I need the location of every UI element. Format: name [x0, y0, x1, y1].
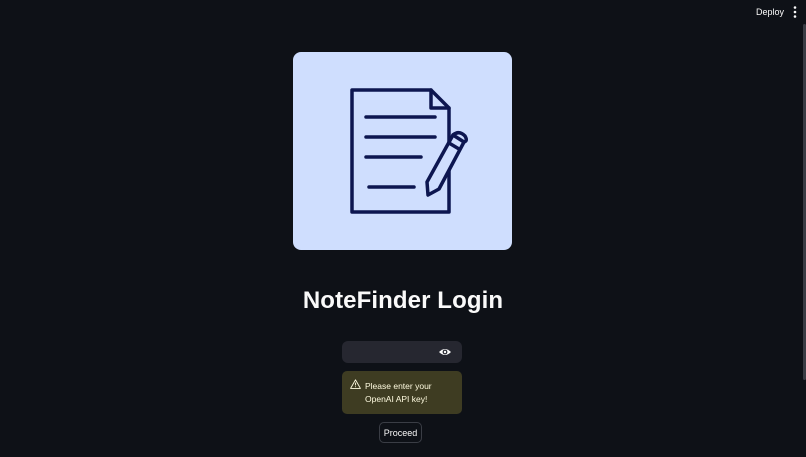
- api-key-field: [342, 341, 462, 363]
- api-key-input[interactable]: [342, 341, 432, 363]
- warning-text: Please enter your OpenAI API key!: [365, 381, 432, 404]
- page-title: NoteFinder Login: [302, 287, 504, 314]
- warning-triangle-icon: [350, 379, 361, 389]
- document-with-pencil-icon: [350, 88, 469, 214]
- eye-icon[interactable]: [438, 345, 452, 359]
- header: Deploy: [0, 0, 806, 24]
- deploy-button[interactable]: Deploy: [752, 5, 788, 19]
- app: Deploy NoteFinder Login Please enter you…: [0, 0, 806, 457]
- warning-alert: Please enter your OpenAI API key!: [342, 371, 462, 414]
- proceed-button[interactable]: Proceed: [379, 422, 422, 443]
- vertical-dots-icon[interactable]: [789, 4, 801, 20]
- hero-image: [293, 52, 512, 250]
